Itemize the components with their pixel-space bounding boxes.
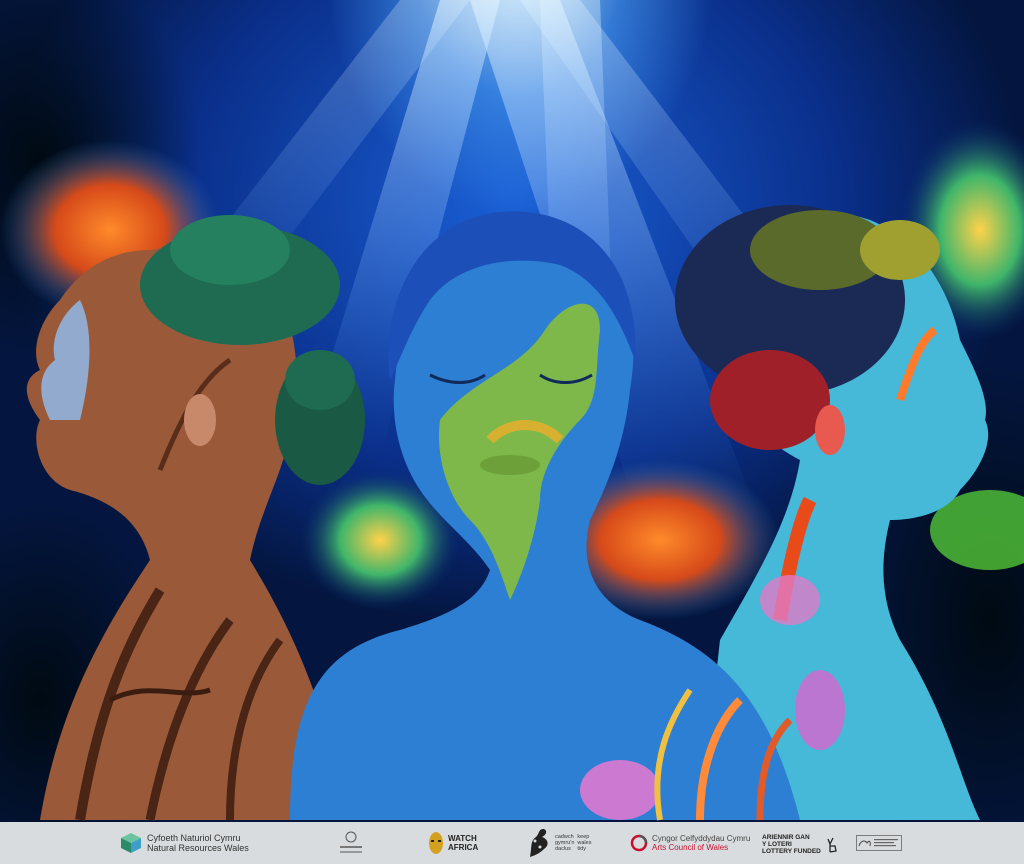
- lottery-line3: LOTTERY FUNDED: [762, 848, 821, 855]
- logo-keep-wales-tidy: cadwch keep gymru'n wales daclus tidy: [526, 827, 591, 859]
- nrw-line1: Cyfoeth Naturiol Cymru: [147, 833, 241, 843]
- lottery-line1: ARIENNIR GAN: [762, 834, 810, 841]
- logo-lottery-funded: ARIENNIR GAN Y LOTERI LOTTERY FUNDED: [762, 834, 839, 855]
- watch-africa-line2: AFRICA: [448, 843, 479, 852]
- lottery-line2: Y LOTERI: [762, 841, 792, 848]
- acw-line2: Arts Council of Wales: [652, 843, 729, 852]
- logo-crest: [336, 830, 366, 856]
- logo-welsh-government: [856, 835, 902, 851]
- crossed-fingers-icon: [827, 837, 837, 853]
- sponsor-logo-bar: Cyfoeth Naturiol Cymru Natural Resources…: [0, 822, 1024, 864]
- arts-council-ring-icon: [630, 834, 648, 852]
- underwater-photo: [0, 0, 1024, 822]
- acw-line1: Cyngor Celfyddydau Cymru: [652, 834, 751, 843]
- kwt-line6: tidy: [577, 846, 586, 852]
- light-rays: [0, 0, 1024, 822]
- welsh-government-icon: [856, 835, 902, 851]
- logo-natural-resources-wales: Cyfoeth Naturiol Cymru Natural Resources…: [120, 832, 249, 854]
- logo-arts-council-of-wales: Cyngor Celfyddydau Cymru Arts Council of…: [630, 834, 750, 852]
- kwt-line3: daclus: [555, 846, 571, 852]
- watch-africa-line1: WATCH: [448, 834, 477, 843]
- dragon-icon: [530, 829, 548, 857]
- logo-watch-africa: WATCH AFRICA: [428, 831, 478, 855]
- mask-icon: [429, 832, 443, 854]
- nrw-cube-icon: [121, 833, 141, 853]
- nrw-line2: Natural Resources Wales: [147, 843, 249, 853]
- crest-icon: [340, 831, 362, 853]
